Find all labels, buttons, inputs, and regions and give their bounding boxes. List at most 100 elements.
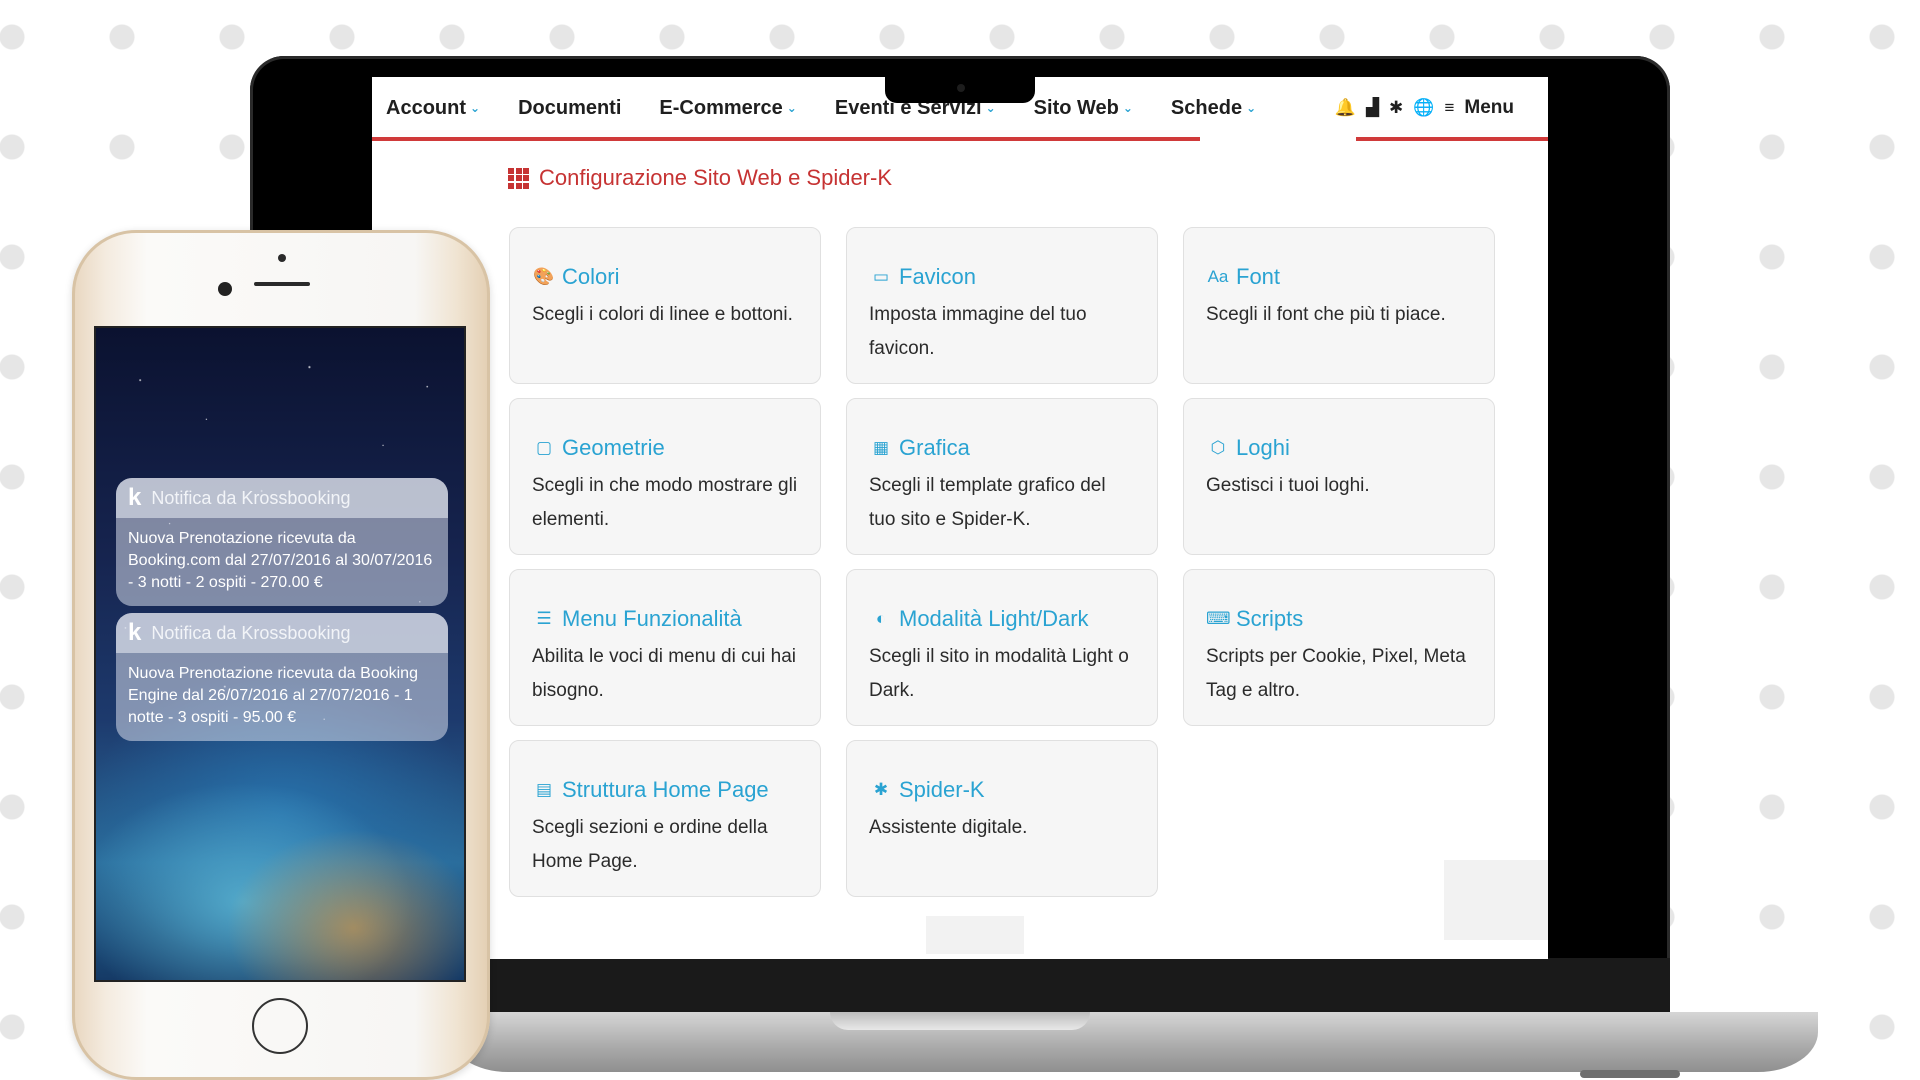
card-title: ⌨ Scripts [1206,606,1472,632]
card-title-text: Struttura Home Page [562,777,769,802]
card-title-text: Grafica [899,435,970,460]
bell-icon[interactable]: 🔔 [1335,98,1356,118]
layout-icon: ▤ [535,780,553,799]
krossbooking-logo-icon: k [128,619,142,646]
favicon-icon: ▭ [872,267,890,286]
card-title: ◐ Modalità Light/Dark [869,606,1135,632]
laptop-base [448,1012,1818,1072]
config-cards-grid: 🎨 Colori Scegli i colori di linee e botton… [509,227,1495,897]
chevron-down-icon: ⌄ [786,101,797,115]
phone-screen: k Notifica da Krossbooking Nuova Prenotazi… [94,326,466,982]
globe-icon[interactable]: 🌐 [1413,98,1434,118]
krossbooking-logo-icon: k [128,484,142,511]
card-description: Scegli i colori di linee e bottoni. [532,304,793,325]
card-title: 🎨 Colori [532,264,798,290]
notification-body: Nuova Prenotazione ricevuta da Booking.c… [128,530,433,591]
camera-icon [957,84,965,92]
config-card-favicon[interactable]: ▭ Favicon Imposta immagine del tuo favicon… [846,227,1158,384]
nav-item-account[interactable]: Account ⌄ [386,97,480,120]
nav-right-tools: 🔔 ▟ ✱ 🌐 ≡ Menu [1335,77,1514,139]
notification-header: k Notifica da Krossbooking [116,613,448,653]
card-description: Scegli in che modo mostrare gli elementi… [532,475,798,530]
nav-item-label: Sito Web [1033,96,1119,119]
notification-title: Notifica da Krossbooking [151,487,351,508]
card-title-text: Modalità Light/Dark [899,606,1089,631]
phone-frame: k Notifica da Krossbooking Nuova Prenotazi… [72,230,490,1080]
card-title: ▤ Struttura Home Page [532,777,798,803]
card-title: ▦ Grafica [869,435,1135,461]
config-card-spider-k[interactable]: ✱ Spider-K Assistente digitale. [846,740,1158,897]
spider-icon: ✱ [873,780,889,799]
config-card-scripts[interactable]: ⌨ Scripts Scripts per Cookie, Pixel, Meta … [1183,569,1495,726]
card-description: Gestisci i tuoi loghi. [1206,475,1370,496]
notification-card[interactable]: k Notifica da Krossbooking Nuova Prenotazi… [116,613,448,741]
spider-icon[interactable]: ✱ [1389,98,1403,118]
palette-icon: 🎨 [533,267,555,286]
nav-item-label: Documenti [518,96,622,119]
chevron-down-icon: ⌄ [985,101,996,115]
notification-card[interactable]: k Notifica da Krossbooking Nuova Prenotazi… [116,478,448,606]
hamburger-icon[interactable]: ≡ [1444,98,1454,118]
font-icon: Aa [1207,267,1229,286]
page-title: Configurazione Sito Web e Spider-K [508,165,892,191]
phone-camera [218,282,232,296]
card-description: Assistente digitale. [869,817,1028,838]
notification-header: k Notifica da Krossbooking [116,478,448,518]
card-description: Scegli il font che più ti piace. [1206,304,1446,325]
nav-item-sito-web[interactable]: Sito Web ⌄ [1034,97,1133,120]
placeholder-block [1444,860,1548,940]
camera-notch [885,77,1035,103]
card-title-text: Favicon [899,264,977,289]
card-title-text: Geometrie [562,435,665,460]
card-description: Scegli il template grafico del tuo sito … [869,475,1106,530]
card-title: Aa Font [1206,264,1472,290]
card-title-text: Colori [562,264,620,289]
card-description: Imposta immagine del tuo favicon. [869,304,1087,359]
layers-icon: ▦ [872,438,890,457]
list-icon: ☰ [536,609,552,628]
card-description: Abilita le voci di menu di cui hai bisog… [532,646,797,701]
laptop-foot [1580,1070,1680,1078]
card-description: Scegli sezioni e ordine della Home Page. [532,817,768,872]
card-title: ▭ Favicon [869,264,1135,290]
phone-sensor [278,254,286,262]
page-title-text: Configurazione Sito Web e Spider-K [539,165,893,190]
notification-body: Nuova Prenotazione ricevuta da Booking E… [128,665,418,726]
laptop-groove [830,1012,1090,1030]
card-title: ⬡ Loghi [1206,435,1472,461]
config-card-font[interactable]: Aa Font Scegli il font che più ti piace. [1183,227,1495,384]
config-card-menu-funzionalit-[interactable]: ☰ Menu Funzionalità Abilita le voci di men… [509,569,821,726]
nav-item-label: Account [386,96,466,119]
card-title: ✱ Spider-K [869,777,1135,803]
grid-icon [508,167,529,189]
config-card-modalit-light-dark[interactable]: ◐ Modalità Light/Dark Scegli il sito in mo… [846,569,1158,726]
card-title-text: Scripts [1236,606,1304,631]
signal-icon[interactable]: ▟ [1366,98,1379,118]
menu-button[interactable]: Menu [1464,97,1514,119]
contrast-icon: ◐ [875,609,887,628]
card-description: Scripts per Cookie, Pixel, Meta Tag e al… [1206,646,1466,701]
nav-underline-gap [1200,137,1356,141]
nav-item-label: Schede [1170,96,1243,119]
square-icon: ▢ [535,438,553,457]
card-title-text: Menu Funzionalità [562,606,742,631]
card-title: ☰ Menu Funzionalità [532,606,798,632]
notification-title: Notifica da Krossbooking [151,622,351,643]
config-card-loghi[interactable]: ⬡ Loghi Gestisci i tuoi loghi. [1183,398,1495,555]
config-card-geometrie[interactable]: ▢ Geometrie Scegli in che modo mostrare gl… [509,398,821,555]
nav-underline [372,137,1548,141]
config-card-colori[interactable]: 🎨 Colori Scegli i colori di linee e botton… [509,227,821,384]
laptop-screen: Account ⌄ Documenti E-Commerce ⌄ Eventi e Ser… [372,77,1548,959]
config-card-grafica[interactable]: ▦ Grafica Scegli il template grafico del t… [846,398,1158,555]
nav-item-label: E-Commerce [659,96,783,119]
code-icon: ⌨ [1206,609,1231,628]
card-title-text: Loghi [1236,435,1290,460]
shield-icon: ⬡ [1210,438,1226,457]
config-card-struttura-home-page[interactable]: ▤ Struttura Home Page Scegli sezioni e ord… [509,740,821,897]
nav-item-schede[interactable]: Schede ⌄ [1171,97,1256,120]
nav-item-e-commerce[interactable]: E-Commerce ⌄ [659,97,796,120]
home-button[interactable] [252,998,308,1054]
phone-speaker [254,282,310,286]
nav-item-documenti[interactable]: Documenti [518,97,621,120]
card-title-text: Spider-K [899,777,985,802]
